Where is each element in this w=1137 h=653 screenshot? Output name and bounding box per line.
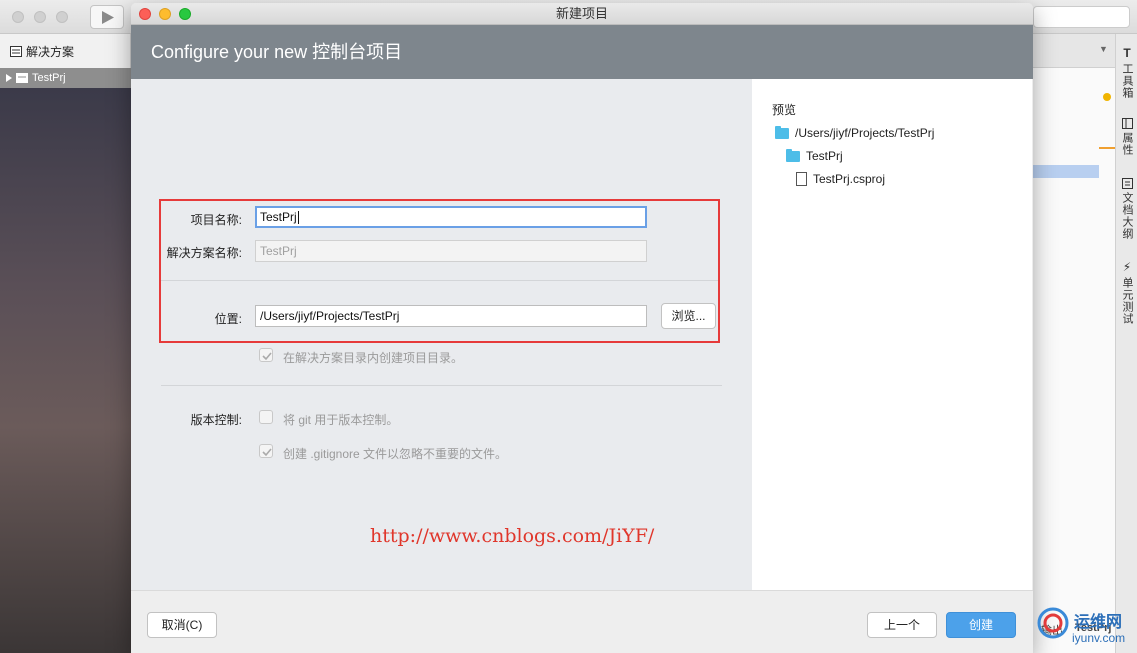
- location-value: /Users/jiyf/Projects/TestPrj: [260, 309, 400, 323]
- solution-name-label: 解决方案名称:: [166, 246, 242, 260]
- dock-properties-label: 属性: [1121, 132, 1133, 156]
- dialog-minimize-button[interactable]: [159, 8, 171, 20]
- solution-icon: [10, 45, 22, 57]
- warning-dot-icon: [1103, 93, 1111, 101]
- solution-name-input[interactable]: TestPrj: [255, 240, 647, 262]
- site-logo: 运维网 iyunv.com: [1036, 604, 1137, 653]
- config-form: 项目名称: TestPrj 解决方案名称: TestPrj 位置: /Users…: [131, 79, 752, 590]
- browse-button[interactable]: 浏览...: [661, 303, 716, 329]
- checkmark-icon: [262, 352, 272, 361]
- watermark-text: http://www.cnblogs.com/JiYF/: [370, 525, 655, 547]
- ide-close-button[interactable]: [12, 11, 24, 23]
- unit-test-icon: ⚡: [1122, 260, 1132, 274]
- cancel-button[interactable]: 取消(C): [147, 612, 217, 638]
- preview-tree-file-label: TestPrj.csproj: [813, 172, 886, 186]
- preview-tree-project-label: TestPrj: [806, 149, 843, 163]
- outline-icon: [1121, 178, 1133, 189]
- dock-unit-test-label: 单元测试: [1121, 277, 1133, 325]
- scroll-marker: [1099, 147, 1116, 149]
- git-label: 将 git 用于版本控制。: [283, 413, 399, 427]
- side-dock: T 工具箱 属性 文档大纲 ⚡ 单元测试: [1115, 34, 1137, 653]
- solution-tree-item[interactable]: TestPrj: [0, 68, 131, 88]
- logo-text-main: 运维网: [1074, 614, 1123, 631]
- dialog-footer: 取消(C) 上一个 创建: [131, 590, 1033, 653]
- properties-icon: [1121, 118, 1133, 129]
- desktop-backdrop: [0, 88, 131, 653]
- dialog-header: Configure your new 控制台项目: [131, 25, 1033, 79]
- ide-minimize-button[interactable]: [34, 11, 46, 23]
- solution-pane-header: 解决方案: [0, 34, 131, 68]
- solution-tree-item-label: TestPrj: [32, 72, 66, 84]
- solution-pane: 解决方案 TestPrj: [0, 34, 131, 653]
- preview-tree-root: /Users/jiyf/Projects/TestPrj: [775, 125, 935, 140]
- dialog-titlebar: 新建项目: [131, 3, 1033, 25]
- folder-icon: [775, 125, 789, 139]
- preview-panel: 预览 /Users/jiyf/Projects/TestPrj TestPrj …: [752, 79, 1032, 590]
- folder-icon: [786, 148, 800, 162]
- dock-properties[interactable]: 属性: [1119, 118, 1135, 156]
- run-button[interactable]: [90, 5, 124, 29]
- project-name-label: 项目名称:: [190, 213, 242, 227]
- logo-text-domain: iyunv.com: [1072, 631, 1126, 645]
- dialog-title: 新建项目: [555, 6, 608, 21]
- section-divider: [161, 385, 722, 386]
- dock-outline-label: 文档大纲: [1121, 192, 1133, 240]
- dropdown-arrow-icon[interactable]: ▼: [1099, 44, 1108, 54]
- location-label: 位置:: [214, 312, 242, 326]
- editor-tab-header: ▼: [1033, 34, 1116, 68]
- editor-area: ▼ 输出 TestPrj: [1032, 34, 1116, 653]
- toolbox-icon: T: [1123, 46, 1131, 60]
- gitignore-checkbox[interactable]: [259, 444, 273, 458]
- version-control-label: 版本控制:: [190, 413, 242, 427]
- new-project-dialog: 新建项目 Configure your new 控制台项目 项目名称: Test…: [131, 3, 1033, 653]
- solution-pane-title: 解决方案: [26, 44, 75, 59]
- logo-swirl-icon: [1037, 607, 1069, 639]
- form-divider: [161, 280, 718, 281]
- gitignore-label: 创建 .gitignore 文件以忽略不重要的文件。: [283, 447, 508, 461]
- dock-outline[interactable]: 文档大纲: [1119, 178, 1135, 240]
- dock-toolbox[interactable]: T 工具箱: [1119, 46, 1135, 99]
- dialog-zoom-button[interactable]: [179, 8, 191, 20]
- expand-arrow-icon[interactable]: [6, 74, 12, 82]
- previous-button[interactable]: 上一个: [867, 612, 937, 638]
- git-checkbox[interactable]: [259, 410, 273, 424]
- checkmark-icon: [262, 448, 272, 457]
- file-icon: [796, 172, 807, 186]
- ide-zoom-button[interactable]: [56, 11, 68, 23]
- solution-name-value: TestPrj: [260, 244, 297, 258]
- dock-toolbox-label: 工具箱: [1121, 63, 1133, 99]
- ide-search-input[interactable]: [1033, 6, 1130, 28]
- project-name-input[interactable]: TestPrj: [255, 206, 647, 228]
- preview-tree-file: TestPrj.csproj: [796, 172, 885, 186]
- project-icon: [16, 73, 28, 83]
- preview-title: 预览: [772, 103, 797, 117]
- project-name-value: TestPrj: [260, 210, 297, 224]
- create-button[interactable]: 创建: [946, 612, 1016, 638]
- dock-unit-test[interactable]: ⚡ 单元测试: [1119, 260, 1135, 325]
- selected-line: [1033, 165, 1099, 178]
- play-icon: [102, 11, 114, 24]
- create-dir-label: 在解决方案目录内创建项目目录。: [283, 351, 464, 365]
- location-input[interactable]: /Users/jiyf/Projects/TestPrj: [255, 305, 647, 327]
- preview-tree-root-label: /Users/jiyf/Projects/TestPrj: [795, 126, 935, 140]
- text-caret: [297, 211, 299, 225]
- preview-tree-project: TestPrj: [786, 148, 843, 163]
- create-dir-checkbox[interactable]: [259, 348, 273, 362]
- dialog-close-button[interactable]: [139, 8, 151, 20]
- header-title: Configure your new 控制台项目: [151, 42, 403, 62]
